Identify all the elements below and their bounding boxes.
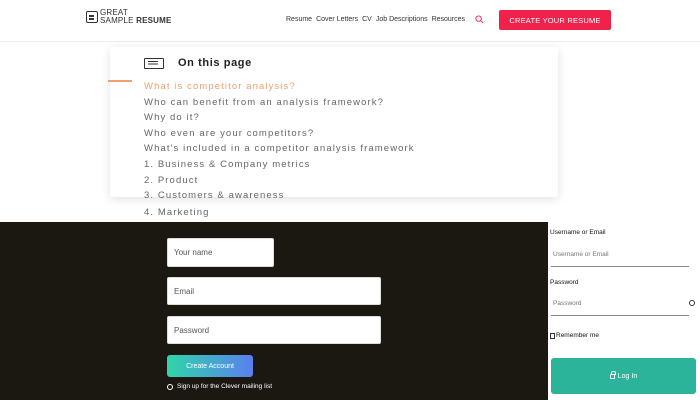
site-header: GREAT SAMPLE RESUME Resume Cover Letters… [0,0,700,42]
toc-title: On this page [178,57,252,69]
login-button[interactable]: Log In [551,358,696,394]
toc-item[interactable]: 1. Business & Company metrics [144,157,484,173]
create-account-button[interactable]: Create Account [167,355,253,377]
password-underline [551,315,689,316]
nav-cv[interactable]: CV [362,16,372,23]
optin-radio[interactable] [167,383,173,390]
create-resume-button[interactable]: CREATE YOUR RESUME [499,10,611,30]
login-panel: Username or Email Username or Email Pass… [548,222,700,400]
signup-panel: Create Account Sign up for the Clever ma… [0,222,548,400]
nav-resources[interactable]: Resources [432,16,465,23]
nav-resume[interactable]: Resume [286,16,312,23]
password-input[interactable] [167,316,381,344]
password-field[interactable]: Password [553,300,582,307]
login-button-label: Log In [617,372,638,380]
name-input[interactable] [167,238,274,267]
email-input[interactable] [167,277,381,305]
logo-line-2: SAMPLE [100,16,134,25]
lock-icon [609,370,616,379]
username-field[interactable]: Username or Email [553,251,609,258]
remember-me[interactable]: Remember me [550,332,599,339]
nav-cover-letters[interactable]: Cover Letters [316,16,358,23]
optin-label: Sign up for the Clever mailing list [177,383,273,390]
toc-item[interactable]: What's included in a competitor analysis… [144,144,484,154]
list-icon [144,57,164,69]
search-icon[interactable] [475,15,484,24]
username-label: Username or Email [550,229,606,236]
logo-line-3: RESUME [136,16,172,25]
mailing-list-optin[interactable]: Sign up for the Clever mailing list [167,383,272,390]
password-label: Password [550,279,579,286]
eye-icon[interactable] [689,300,695,306]
username-underline [551,266,689,267]
nav-job-descriptions[interactable]: Job Descriptions [376,16,428,23]
site-logo[interactable]: GREAT SAMPLE RESUME [86,9,172,25]
remember-label: Remember me [556,332,599,339]
remember-checkbox[interactable] [550,332,555,339]
toc-item[interactable]: Who even are your competitors? [144,126,484,142]
toc-item[interactable]: Why do it? [144,110,484,126]
toc-card: On this page What is competitor analysis… [110,47,558,201]
toc-item[interactable]: 4. Marketing [144,207,209,218]
main-nav: Resume Cover Letters CV Job Descriptions… [286,16,465,23]
toc-header: On this page [144,57,252,69]
toc-item-active[interactable]: What is competitor analysis? [144,79,484,95]
toc-item[interactable]: Who can benefit from an analysis framewo… [144,95,484,111]
toc-item[interactable]: 3. Customers & awareness [144,188,484,204]
toc-item[interactable]: 2. Product [144,173,484,189]
logo-icon [86,11,98,23]
toc-active-indicator [108,80,132,82]
toc-list: What is competitor analysis? Who can ben… [144,79,484,204]
